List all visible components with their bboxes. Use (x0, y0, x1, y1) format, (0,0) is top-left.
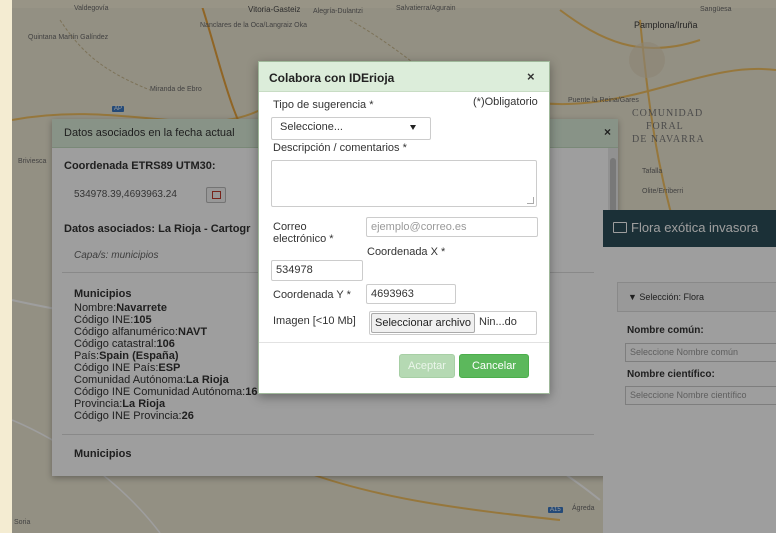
associated-data-heading: Datos asociados: La Rioja - Cartogr (64, 223, 251, 235)
description-label: Descripción / comentarios * (273, 142, 407, 154)
section-title-municipios-2: Municipios (74, 448, 132, 460)
attr-row: Código INE:105 (74, 314, 152, 326)
modal-header: Colabora con IDErioja × (259, 62, 549, 92)
flora-panel-header: Flora exótica invasora (603, 210, 776, 247)
collaborate-modal: Colabora con IDErioja × Tipo de sugerenc… (258, 61, 550, 394)
layers-text: Capa/s: municipios (74, 250, 159, 261)
coord-x-field[interactable]: 534978 (271, 260, 363, 281)
select-file-button[interactable]: Seleccionar archivo (371, 313, 475, 333)
section-title-municipios: Municipios (74, 288, 132, 300)
suggestion-type-select[interactable]: Seleccione... (271, 117, 431, 140)
description-textarea[interactable] (271, 160, 537, 207)
modal-footer-divider (259, 342, 549, 343)
image-label: Imagen [<10 Mb] (273, 315, 356, 327)
selection-box: ▼ Selección: Flora (617, 282, 776, 312)
accept-button[interactable]: Aceptar (399, 354, 455, 378)
attr-row: Código INE País:ESP (74, 362, 181, 374)
common-name-select[interactable]: Seleccione Nombre común (625, 343, 776, 362)
close-icon[interactable]: × (527, 69, 535, 84)
coordinate-value: 534978.39,4693963.24 (74, 189, 177, 200)
suggestion-type-label: Tipo de sugerencia * (273, 99, 374, 111)
attr-row: Código alfanumérico:NAVT (74, 326, 208, 338)
suggestion-type-value: Seleccione... (280, 121, 343, 133)
attr-row: Nombre:Navarrete (74, 302, 167, 314)
info-panel-close-icon[interactable]: × (604, 125, 611, 139)
map-left-edge (0, 0, 12, 533)
info-panel-title: Datos asociados en la fecha actual (64, 127, 235, 139)
file-status: Nin...do (479, 316, 517, 328)
divider (62, 434, 594, 435)
attr-row: País:Spain (España) (74, 350, 179, 362)
coord-y-field[interactable]: 4693963 (366, 284, 456, 304)
scientific-name-select[interactable]: Seleccione Nombre científico (625, 386, 776, 405)
email-label-line-2: electrónico * (273, 233, 334, 245)
copy-coordinate-icon[interactable] (206, 187, 226, 203)
folder-open-icon (613, 222, 627, 233)
scientific-name-label: Nombre científico: (627, 369, 715, 380)
coord-x-label: Coordenada X * (367, 246, 446, 258)
attr-row: Comunidad Autónoma:La Rioja (74, 374, 229, 386)
chevron-down-icon (410, 125, 416, 130)
attr-row: Código INE Comunidad Autónoma:16 (74, 386, 258, 398)
attr-row: Provincia:La Rioja (74, 398, 166, 410)
cancel-button[interactable]: Cancelar (459, 354, 529, 378)
required-note: (*)Obligatorio (473, 96, 538, 108)
flora-panel: Flora exótica invasora ▼ Selección: Flor… (603, 210, 776, 533)
attr-row: Código catastral:106 (74, 338, 175, 350)
selection-text: ▼ Selección: Flora (628, 292, 704, 302)
common-name-label: Nombre común: (627, 325, 704, 336)
flora-panel-title: Flora exótica invasora (613, 220, 758, 235)
modal-title: Colabora con IDErioja (269, 71, 395, 85)
coordinate-label: Coordenada ETRS89 UTM30: (64, 160, 216, 172)
email-field[interactable]: ejemplo@correo.es (366, 217, 538, 237)
resize-grip-icon[interactable] (527, 197, 534, 204)
coord-y-label: Coordenada Y * (273, 289, 351, 301)
attr-row: Código INE Provincia:26 (74, 410, 194, 422)
email-label-line-1: Correo (273, 221, 307, 233)
